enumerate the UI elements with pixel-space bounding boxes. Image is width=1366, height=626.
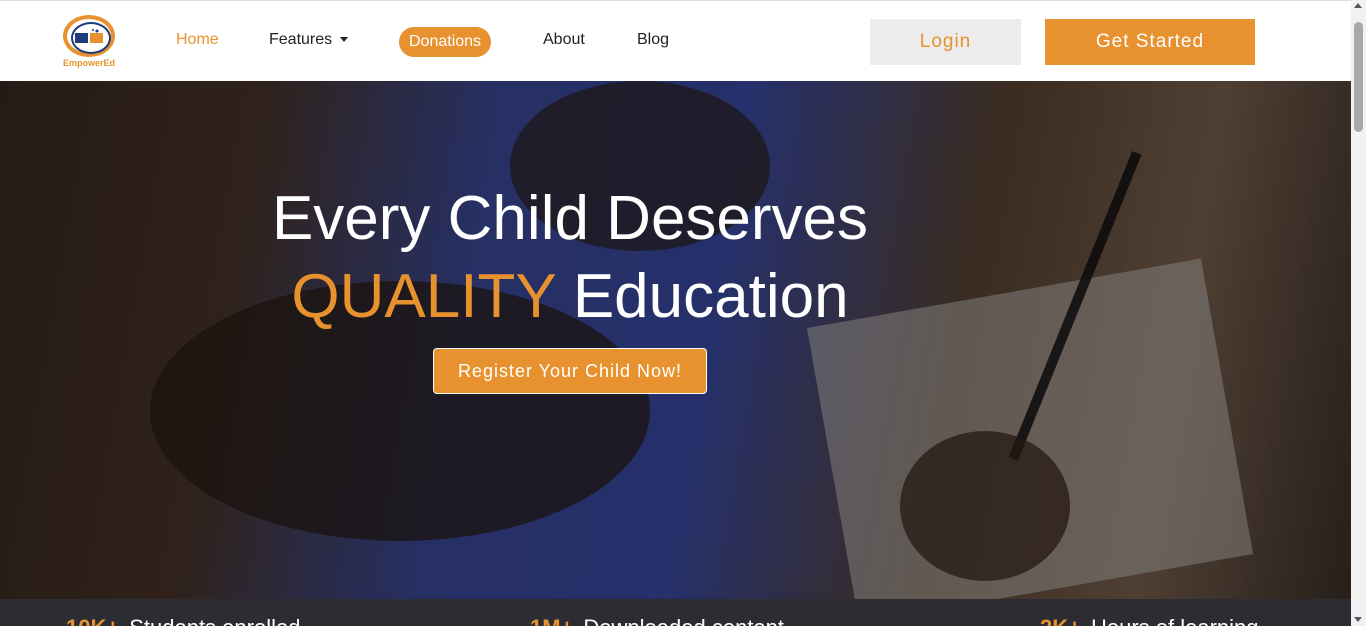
brand-logo[interactable]: EmpowerEd — [55, 13, 123, 71]
hero-heading: Every Child Deserves QUALITY Education — [0, 180, 1140, 336]
nav-about[interactable]: About — [543, 30, 585, 50]
stat-label: Hours of learning — [1091, 615, 1259, 626]
get-started-button[interactable]: Get Started — [1045, 19, 1255, 65]
nav-features-label: Features — [269, 31, 333, 48]
scroll-down-arrow-icon[interactable] — [1354, 617, 1362, 622]
stat-label: Students enrolled — [129, 615, 300, 626]
stat-number: 2K+ — [1040, 615, 1081, 626]
stat-number: 1M+ — [530, 615, 573, 626]
login-button[interactable]: Login — [870, 19, 1021, 65]
hero-overlay — [0, 81, 1351, 599]
stat-number: 10K+ — [66, 615, 119, 626]
scroll-thumb[interactable] — [1354, 22, 1363, 132]
nav-home[interactable]: Home — [176, 30, 219, 50]
register-child-button[interactable]: Register Your Child Now! — [433, 348, 707, 394]
stat-item: 2K+ Hours of learning — [1040, 615, 1259, 626]
caret-down-icon — [340, 37, 349, 43]
stat-item: 10K+ Students enrolled — [66, 615, 300, 626]
hero-heading-line1: Every Child Deserves — [271, 184, 869, 253]
navbar: EmpowerEd Home Features Donations About … — [0, 0, 1351, 81]
book-icon — [75, 29, 103, 43]
stats-bar: 10K+ Students enrolled 1M+ Downloaded cont… — [0, 599, 1351, 626]
hero-banner — [0, 81, 1351, 599]
stat-item: 1M+ Downloaded content — [530, 615, 784, 626]
page-scrollbar[interactable] — [1351, 0, 1366, 626]
scroll-up-arrow-icon[interactable] — [1354, 3, 1362, 8]
nav-features-dropdown[interactable]: Features — [269, 30, 349, 50]
brand-name: EmpowerEd — [62, 58, 115, 68]
hero-heading-accent: QUALITY — [291, 262, 556, 331]
nav-donations[interactable]: Donations — [399, 27, 492, 57]
stat-label: Downloaded content — [583, 615, 784, 626]
hero-heading-line2: Education — [572, 262, 849, 331]
nav-blog[interactable]: Blog — [637, 30, 669, 50]
